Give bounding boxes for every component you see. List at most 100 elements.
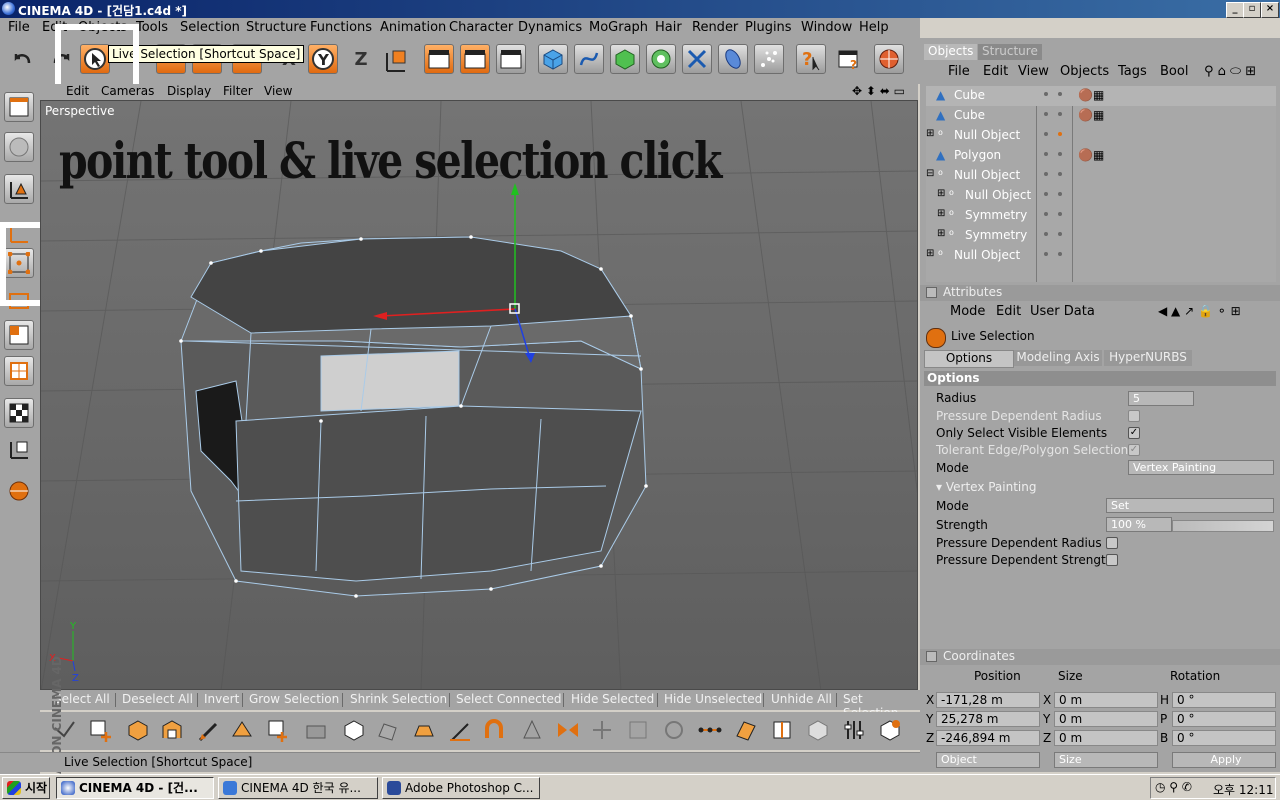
viewport-menu-edit[interactable]: Edit (66, 84, 89, 98)
sphere-icon[interactable] (4, 132, 34, 162)
symmetry-icon[interactable] (554, 716, 582, 744)
menu-selection[interactable]: Selection (180, 20, 240, 35)
texture-axis-icon[interactable] (4, 434, 34, 464)
undo-icon[interactable] (8, 44, 38, 74)
deselect-all-button[interactable]: Deselect All (122, 692, 193, 706)
maximize-button[interactable]: ▫ (1243, 2, 1261, 18)
position-z-input[interactable]: -246,894 m (936, 730, 1040, 746)
smooth-shift-icon[interactable] (446, 716, 474, 744)
position-y-input[interactable]: 25,278 m (936, 711, 1040, 727)
coordinate-system-icon[interactable] (382, 44, 412, 74)
y-axis-button[interactable]: Y (308, 44, 338, 74)
particle-icon[interactable] (754, 44, 784, 74)
viewport-layout-icon[interactable] (4, 92, 34, 122)
adjust-icon[interactable] (840, 716, 868, 744)
taskbar-item-photoshop[interactable]: Adobe Photoshop C... (382, 777, 540, 799)
objects-menu-objects[interactable]: Objects (1060, 64, 1109, 79)
cube-primitive-icon[interactable] (538, 44, 568, 74)
invert-button[interactable]: Invert (204, 692, 239, 706)
menu-structure[interactable]: Structure (246, 20, 306, 35)
z-axis-icon[interactable]: Z (346, 44, 376, 74)
vp-pressure-strength-checkbox[interactable] (1106, 554, 1118, 566)
start-button[interactable]: 시작 (2, 777, 50, 799)
slide-icon[interactable] (624, 716, 652, 744)
menu-mograph[interactable]: MoGraph (589, 20, 648, 35)
stitch-icon[interactable] (302, 716, 330, 744)
rotation-h-input[interactable]: 0 ° (1172, 692, 1276, 708)
hide-selected-button[interactable]: Hide Selected (571, 692, 654, 706)
rotation-b-input[interactable]: 0 ° (1172, 730, 1276, 746)
taskbar-item-browser[interactable]: CINEMA 4D 한국 유... (218, 777, 378, 799)
texture-checker-icon[interactable] (4, 398, 34, 428)
triangulate-icon[interactable] (804, 716, 832, 744)
object-mode-dropdown[interactable]: Object (936, 752, 1040, 768)
viewport-menu-display[interactable]: Display (167, 84, 211, 98)
mirror-icon[interactable] (518, 716, 546, 744)
menu-hair[interactable]: Hair (655, 20, 682, 35)
position-x-input[interactable]: -171,28 m (936, 692, 1040, 708)
menu-character[interactable]: Character (449, 20, 513, 35)
polygons-tool-icon[interactable] (4, 320, 34, 350)
attributes-menu-user-data[interactable]: User Data (1030, 304, 1095, 319)
add-points-icon[interactable] (86, 716, 114, 744)
split-icon[interactable] (768, 716, 796, 744)
pressure-radius-checkbox[interactable] (1128, 410, 1140, 422)
attributes-menu-mode[interactable]: Mode (950, 304, 985, 319)
rotate-point-icon[interactable] (660, 716, 688, 744)
extrude-icon[interactable] (124, 716, 152, 744)
objects-menu-tags[interactable]: Tags (1118, 64, 1147, 79)
tray-icons[interactable]: ◷ ⚲ ✆ (1155, 780, 1192, 794)
radius-input[interactable]: 5 (1128, 391, 1194, 406)
viewport-nav-icons[interactable]: ✥ ⬍ ⬌ ▭ (852, 84, 905, 98)
polygon-object-icon[interactable] (4, 356, 34, 386)
vp-pressure-radius-checkbox[interactable] (1106, 537, 1118, 549)
tree-row-symmetry-2[interactable]: ⊞ ⁰ Symmetry (926, 226, 1276, 246)
mode-dropdown[interactable]: Vertex Painting (1128, 460, 1274, 475)
viewport-menu-cameras[interactable]: Cameras (101, 84, 154, 98)
material-tag-icon[interactable]: 🟤▦ (1078, 148, 1104, 162)
material-tag-icon[interactable]: 🟤▦ (1078, 108, 1104, 122)
minimize-button[interactable]: _ (1226, 2, 1244, 18)
close-polygon-hole-icon[interactable] (340, 716, 368, 744)
strength-input[interactable]: 100 % (1106, 517, 1172, 532)
tree-row-symmetry-1[interactable]: ⊞ ⁰ Symmetry (926, 206, 1276, 226)
tolerant-checkbox[interactable]: ✓ (1128, 444, 1140, 456)
tree-row-polygon[interactable]: ▲ Polygon 🟤▦ (926, 146, 1276, 166)
array-icon[interactable] (646, 44, 676, 74)
tab-structure[interactable]: Structure (978, 44, 1042, 60)
uv-polygon-icon[interactable] (732, 716, 760, 744)
objects-menu-edit[interactable]: Edit (983, 64, 1008, 79)
tree-row-null-1[interactable]: ⊞ ⁰ Null Object (926, 126, 1276, 146)
taskbar-item-cinema4d[interactable]: CINEMA 4D - [건... (56, 777, 214, 799)
menu-animation[interactable]: Animation (380, 20, 446, 35)
grow-selection-button[interactable]: Grow Selection (249, 692, 339, 706)
tab-options[interactable]: Options (924, 350, 1014, 368)
vp-mode-dropdown[interactable]: Set (1106, 498, 1274, 513)
size-mode-dropdown[interactable]: Size (1054, 752, 1158, 768)
select-connected-button[interactable]: Select Connected (456, 692, 561, 706)
animation-mode-icon[interactable] (4, 476, 34, 506)
unhide-all-button[interactable]: Unhide All (771, 692, 832, 706)
viewport-perspective[interactable]: Y X Z Perspective point tool & live sele… (40, 100, 918, 690)
move-point-icon[interactable] (588, 716, 616, 744)
size-y-input[interactable]: 0 m (1054, 711, 1158, 727)
size-x-input[interactable]: 0 m (1054, 692, 1158, 708)
menu-window[interactable]: Window (801, 20, 852, 35)
tree-row-null-3[interactable]: ⊞ ⁰ Null Object (926, 186, 1276, 206)
tree-row-cube-1[interactable]: ▲ Cube 🟤▦ (926, 86, 1276, 106)
nurbs-icon[interactable] (610, 44, 640, 74)
render-view-icon[interactable] (424, 44, 454, 74)
strength-slider[interactable] (1172, 520, 1274, 532)
shrink-selection-button[interactable]: Shrink Selection (350, 692, 447, 706)
menu-functions[interactable]: Functions (310, 20, 372, 35)
objects-menu-view[interactable]: View (1018, 64, 1049, 79)
tab-modeling-axis[interactable]: Modeling Axis (1014, 350, 1102, 366)
iron-icon[interactable] (410, 716, 438, 744)
magnet-icon[interactable] (480, 716, 508, 744)
menu-file[interactable]: File (8, 20, 30, 35)
rotation-p-input[interactable]: 0 ° (1172, 711, 1276, 727)
point-connect-icon[interactable] (696, 716, 724, 744)
attributes-menu-edit[interactable]: Edit (996, 304, 1021, 319)
brush-icon[interactable] (194, 716, 222, 744)
objects-search-icon[interactable]: ⚲ ⌂ ⬭ ⊞ (1204, 64, 1256, 79)
